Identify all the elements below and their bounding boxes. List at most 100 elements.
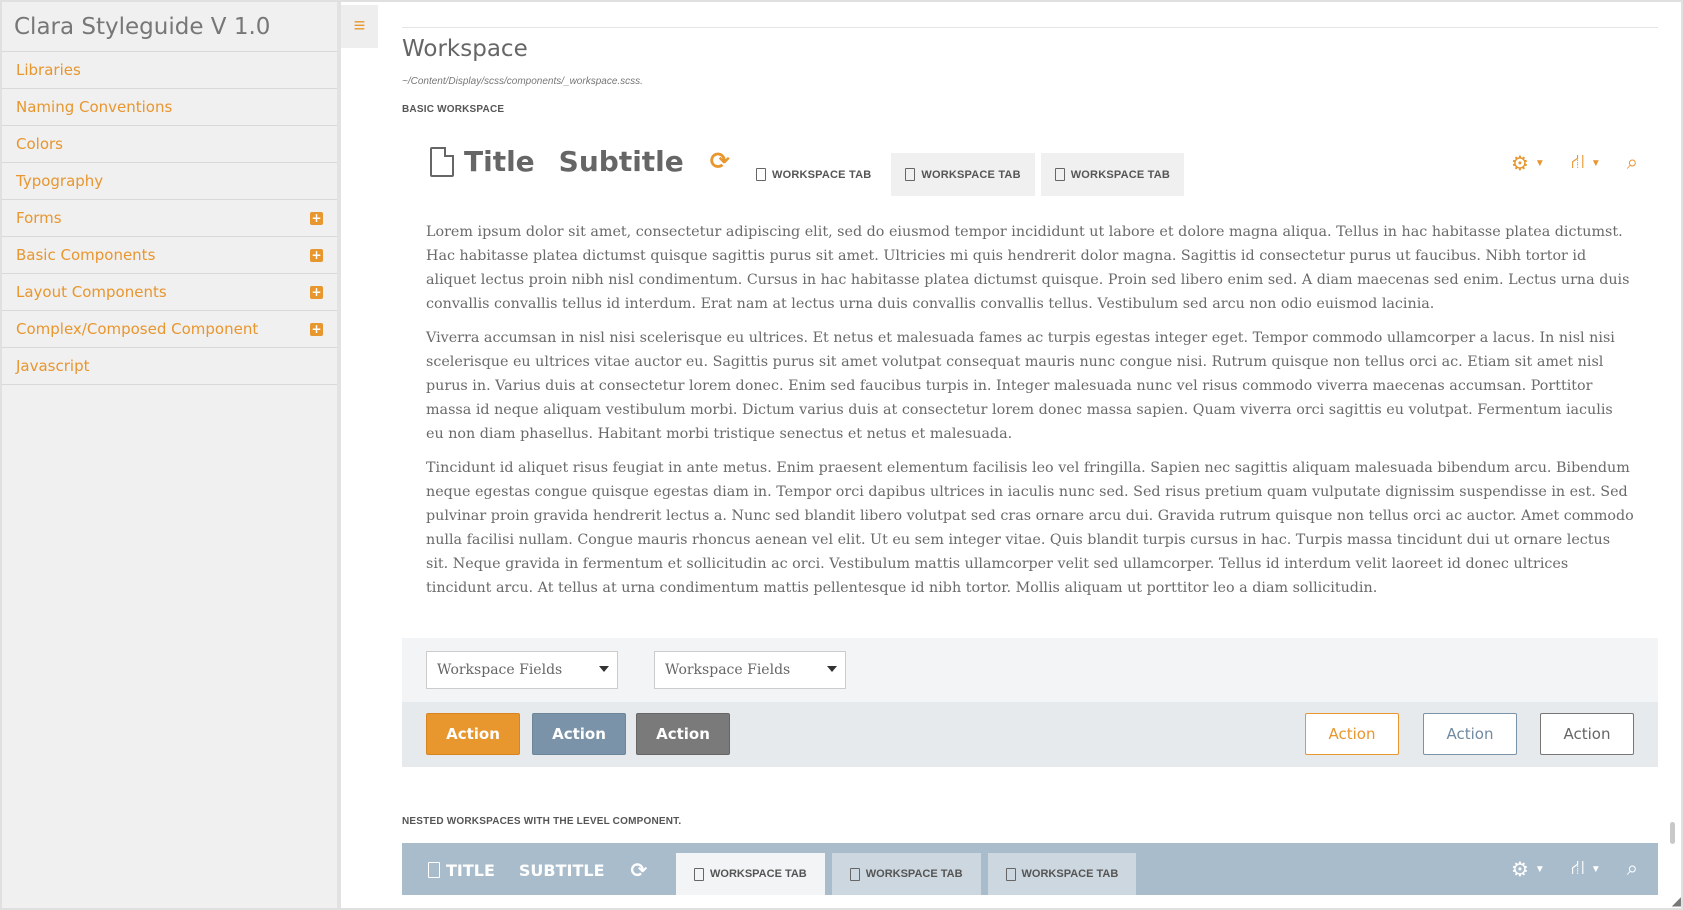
sidebar-item-label: Colors [16, 135, 63, 153]
sidebar-item-libraries[interactable]: Libraries [2, 52, 337, 89]
sidebar-item-colors[interactable]: Colors [2, 126, 337, 163]
sitemap-dropdown[interactable]: ⛙ ▼ [1571, 857, 1601, 882]
gear-dropdown[interactable]: ⚙ ▼ [1511, 857, 1545, 882]
document-icon [905, 168, 916, 181]
sidebar-item-label: Naming Conventions [16, 98, 173, 116]
sitemap-icon: ⛙ [1570, 857, 1585, 879]
caret-down-icon: ▼ [1590, 158, 1601, 169]
sidebar-item-label: Typography [16, 172, 104, 190]
tab-label: WORKSPACE TAB [1021, 868, 1119, 880]
workspace-body: Lorem ipsum dolor sit amet, consectetur … [426, 220, 1634, 610]
sidebar-item-label: Libraries [16, 61, 81, 79]
refresh-icon[interactable]: ⟳ [710, 147, 730, 176]
sitemap-dropdown[interactable]: ⛙ ▼ [1571, 151, 1601, 176]
refresh-icon[interactable]: ⟳ [631, 858, 648, 882]
document-icon [1005, 867, 1016, 881]
plus-square-icon[interactable]: + [310, 211, 323, 225]
plus-square-icon[interactable]: + [310, 322, 323, 336]
sidebar-item-complex-composed[interactable]: Complex/Composed Component + [2, 311, 337, 348]
tab-label: WORKSPACE TAB [921, 168, 1021, 181]
document-icon [756, 168, 766, 181]
paragraph: Tincidunt id aliquet risus feugiat in an… [426, 460, 1634, 596]
tab-label: WORKSPACE TAB [772, 168, 872, 181]
sidebar-item-layout-components[interactable]: Layout Components + [2, 274, 337, 311]
plus-square-icon[interactable]: + [310, 285, 323, 299]
sidebar-item-label: Complex/Composed Component [16, 320, 259, 338]
workspace-subtitle: Subtitle [558, 145, 684, 178]
sidebar-item-label: Layout Components [16, 283, 167, 301]
workspace-title-group: Title Subtitle ⟳ [430, 145, 730, 178]
resize-handle-icon[interactable]: ◢ [1672, 894, 1681, 908]
file-path: ~/Content/Display/scss/components/_works… [402, 76, 643, 87]
tab-label: WORKSPACE TAB [1070, 168, 1171, 181]
section-label-basic: BASIC WORKSPACE [402, 104, 505, 115]
caret-down-icon: ▼ [1534, 158, 1545, 169]
select-value: Workspace Fields [665, 662, 791, 678]
document-icon [430, 146, 454, 177]
nested-workspace-header: TITLE SUBTITLE ⟳ WORKSPACE TAB WORKSPACE… [402, 843, 1658, 895]
sidebar-item-javascript[interactable]: Javascript [2, 348, 337, 385]
workspace-tab[interactable]: WORKSPACE TAB [891, 153, 1035, 196]
sidebar-item-typography[interactable]: Typography [2, 163, 337, 200]
search-icon: ⌕ [1626, 858, 1638, 880]
search-button[interactable]: ⌕ [1627, 857, 1638, 882]
gear-dropdown[interactable]: ⚙ ▼ [1511, 151, 1545, 176]
action-button-neutral[interactable]: Action [636, 713, 730, 755]
nested-title-group: TITLE SUBTITLE ⟳ [428, 858, 647, 882]
search-button[interactable]: ⌕ [1627, 152, 1638, 175]
gear-icon: ⚙ [1510, 153, 1529, 175]
workspace-action-bar: Action Action Action Action Action Actio… [402, 702, 1658, 767]
workspace-tools: ⚙ ▼ ⛙ ▼ ⌕ [1485, 151, 1638, 176]
menu-toggle-button[interactable]: ≡ [341, 5, 378, 48]
nested-tab[interactable]: WORKSPACE TAB [831, 853, 981, 895]
workspace-fields-select[interactable]: Workspace Fields [654, 651, 846, 689]
brand-title: Clara Styleguide V 1.0 [2, 2, 337, 52]
action-button-outline-primary[interactable]: Action [1305, 713, 1399, 755]
caret-down-icon: ▼ [1534, 864, 1545, 875]
nested-tab[interactable]: WORKSPACE TAB [987, 853, 1137, 895]
divider [402, 27, 1658, 28]
nested-tab[interactable]: WORKSPACE TAB [676, 853, 825, 895]
sidebar-item-label: Javascript [16, 357, 90, 375]
action-button-outline-secondary[interactable]: Action [1423, 713, 1517, 755]
action-button-outline-neutral[interactable]: Action [1540, 713, 1634, 755]
document-icon [428, 862, 440, 878]
sidebar-item-label: Forms [16, 209, 62, 227]
hamburger-icon: ≡ [353, 15, 366, 37]
document-icon [694, 867, 704, 881]
workspace-title: Title [464, 145, 535, 178]
document-icon [1054, 168, 1065, 181]
sidebar-item-forms[interactable]: Forms + [2, 200, 337, 237]
sidebar-item-basic-components[interactable]: Basic Components + [2, 237, 337, 274]
tab-label: WORKSPACE TAB [865, 868, 963, 880]
caret-down-icon [599, 666, 609, 672]
scrollbar-thumb[interactable] [1670, 822, 1675, 844]
sidebar-item-label: Basic Components [16, 246, 156, 264]
plus-square-icon[interactable]: + [310, 248, 323, 262]
select-value: Workspace Fields [437, 662, 563, 678]
workspace-fields-bar: Workspace Fields Workspace Fields [402, 638, 1658, 702]
tab-label: WORKSPACE TAB [710, 868, 807, 880]
document-icon [849, 867, 860, 881]
nested-tabs: WORKSPACE TAB WORKSPACE TAB WORKSPACE TA… [676, 853, 1143, 895]
workspace-tab[interactable]: WORKSPACE TAB [742, 153, 885, 196]
workspace-header: Title Subtitle ⟳ WORKSPACE TAB WORKSPACE… [402, 133, 1658, 197]
paragraph: Lorem ipsum dolor sit amet, consectetur … [426, 224, 1630, 312]
action-button-primary[interactable]: Action [426, 713, 520, 755]
nested-subtitle: SUBTITLE [518, 860, 605, 880]
nested-tools: ⚙ ▼ ⛙ ▼ ⌕ [1485, 857, 1638, 882]
main-content: Workspace ~/Content/Display/scss/compone… [402, 0, 1658, 910]
workspace-fields-select[interactable]: Workspace Fields [426, 651, 618, 689]
caret-down-icon: ▼ [1590, 864, 1601, 875]
section-label-nested: NESTED WORKSPACES WITH THE LEVEL COMPONE… [402, 816, 682, 827]
workspace-tab[interactable]: WORKSPACE TAB [1040, 153, 1185, 196]
page-title: Workspace [402, 36, 528, 62]
action-button-secondary[interactable]: Action [532, 713, 626, 755]
caret-down-icon [827, 666, 837, 672]
sidebar-item-naming-conventions[interactable]: Naming Conventions [2, 89, 337, 126]
sidebar: Clara Styleguide V 1.0 Libraries Naming … [0, 0, 341, 910]
workspace-tabs: WORKSPACE TAB WORKSPACE TAB WORKSPACE TA… [742, 153, 1190, 196]
gear-icon: ⚙ [1510, 859, 1529, 881]
search-icon: ⌕ [1626, 152, 1638, 174]
sitemap-icon: ⛙ [1570, 151, 1585, 173]
